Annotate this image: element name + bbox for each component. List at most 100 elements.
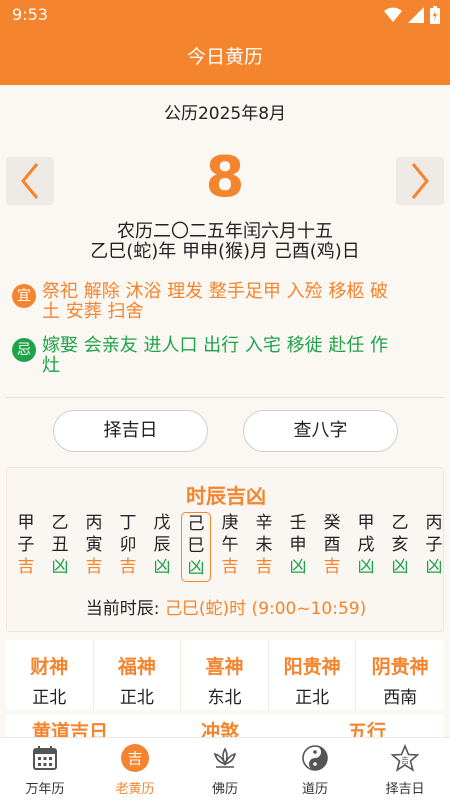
god-cell: 阳贵神 正北 <box>269 640 357 710</box>
shichen-cell[interactable]: 辛未吉 <box>249 512 279 582</box>
ganzhi-date: 乙巳(蛇)年 甲申(猴)月 己酉(鸡)日 <box>90 241 360 262</box>
shichen-cell[interactable]: 甲戌凶 <box>351 512 381 582</box>
shichen-cell[interactable]: 丁卯吉 <box>113 512 143 582</box>
shichen-card: 时辰吉凶 甲子吉 乙丑凶 丙寅吉 丁卯吉 戊辰凶 己巳凶 庚午吉 辛未吉 壬申凶… <box>6 467 444 632</box>
tab-foli[interactable]: 佛历 <box>180 738 270 800</box>
battery-icon <box>430 6 440 24</box>
shichen-ganzhi: 庚午 <box>221 513 239 555</box>
divider <box>6 397 444 398</box>
shichen-verdict: 凶 <box>289 557 307 577</box>
shichen-cell[interactable]: 乙亥凶 <box>385 512 415 582</box>
status-time: 9:53 <box>12 5 48 24</box>
tab-label: 道历 <box>301 782 328 797</box>
god-direction: 正北 <box>295 688 330 708</box>
main-content: 公历2025年8月 8 农历二〇二五年闰六月十五 乙巳(蛇)年 甲申(猴)月 己… <box>0 85 450 737</box>
god-name: 财神 <box>30 656 69 678</box>
shichen-ganzhi: 甲戌 <box>357 513 375 555</box>
god-name: 阳贵神 <box>283 656 341 678</box>
shichen-verdict: 吉 <box>17 557 35 577</box>
shichen-cell[interactable]: 甲子吉 <box>11 512 41 582</box>
shichen-ganzhi: 辛未 <box>255 513 273 555</box>
chabazi-button[interactable]: 查八字 <box>243 410 398 452</box>
shichen-ganzhi: 甲子 <box>17 513 35 555</box>
tab-label: 万年历 <box>25 782 65 797</box>
tab-label: 老黄历 <box>115 782 155 797</box>
shichen-ganzhi: 壬申 <box>289 513 307 555</box>
tab-daoli[interactable]: 道历 <box>270 738 360 800</box>
shichen-verdict: 凶 <box>187 558 205 578</box>
shichen-title: 时辰吉凶 <box>186 484 266 508</box>
shichen-ganzhi: 乙亥 <box>391 513 409 555</box>
tab-label: 择吉日 <box>385 782 425 797</box>
god-cell: 喜神 东北 <box>181 640 269 710</box>
god-direction: 正北 <box>119 688 154 708</box>
partial-heading: 黄道吉日 <box>32 721 109 737</box>
tab-wannianli[interactable]: 万年历 <box>0 738 90 800</box>
shichen-cell[interactable]: 戊辰凶 <box>147 512 177 582</box>
shichen-cell-current[interactable]: 己巳凶 <box>181 512 211 582</box>
yi-badge: 宜 <box>12 284 36 308</box>
svg-text:吉: 吉 <box>401 756 409 765</box>
status-bar: 9:53 <box>0 0 450 30</box>
shichen-verdict: 凶 <box>425 557 443 577</box>
tab-zejiri[interactable]: 吉 择吉日 <box>360 738 450 800</box>
shichen-row: 甲子吉 乙丑凶 丙寅吉 丁卯吉 戊辰凶 己巳凶 庚午吉 辛未吉 壬申凶 癸酉吉 … <box>9 512 443 582</box>
god-name: 福神 <box>117 656 156 678</box>
god-cell: 阴贵神 西南 <box>356 640 444 710</box>
shichen-cell[interactable]: 丙子凶 <box>419 512 449 582</box>
shichen-ganzhi: 戊辰 <box>153 513 171 555</box>
shichen-verdict: 吉 <box>255 557 273 577</box>
day-number: 8 <box>205 145 245 210</box>
gods-direction-row: 财神正北 福神正北 喜神东北 阳贵神正北 阴贵神西南 <box>6 640 444 710</box>
gregorian-month: 公历2025年8月 <box>163 104 287 124</box>
chevron-right-icon <box>411 163 429 199</box>
shichen-ganzhi: 丙寅 <box>85 513 103 555</box>
god-direction: 正北 <box>32 688 67 708</box>
shichen-ganzhi: 丁卯 <box>119 513 137 555</box>
current-shichen-label: 当前时辰: <box>85 599 160 619</box>
shichen-verdict: 凶 <box>357 557 375 577</box>
god-name: 喜神 <box>205 656 244 678</box>
svg-text:吉: 吉 <box>127 750 142 768</box>
shichen-verdict: 吉 <box>85 557 103 577</box>
shichen-cell[interactable]: 癸酉吉 <box>317 512 347 582</box>
ji-text: 嫁娶 会亲友 进人口 出行 入宅 移徙 赴任 作灶 <box>42 335 389 376</box>
shichen-verdict: 凶 <box>153 557 171 577</box>
shichen-verdict: 凶 <box>51 557 69 577</box>
tab-laohuangli[interactable]: 吉 老黄历 <box>90 738 180 800</box>
god-cell: 财神 正北 <box>6 640 94 710</box>
shichen-ganzhi: 丙子 <box>425 513 443 555</box>
shichen-verdict: 吉 <box>323 557 341 577</box>
lotus-icon <box>213 747 237 768</box>
partial-heading: 五行 <box>348 721 387 737</box>
shichen-cell[interactable]: 丙寅吉 <box>79 512 109 582</box>
ji-circle-icon: 吉 <box>121 744 149 772</box>
calendar-icon <box>33 746 57 770</box>
next-day-button[interactable] <box>396 157 444 205</box>
wifi-icon <box>384 7 402 22</box>
god-direction: 西南 <box>383 688 418 708</box>
shichen-ganzhi: 癸酉 <box>323 513 341 555</box>
shichen-verdict: 凶 <box>391 557 409 577</box>
page-title: 今日黄历 <box>0 30 450 85</box>
ji-badge: 忌 <box>12 338 36 362</box>
current-shichen-value: 己巳(蛇)时 (9:00~10:59) <box>164 599 367 619</box>
partial-heading: 冲煞 <box>201 721 240 737</box>
shichen-cell[interactable]: 乙丑凶 <box>45 512 75 582</box>
bottom-tab-bar: 万年历 吉 老黄历 佛历 道历 吉 择吉日 <box>0 737 450 800</box>
yi-text: 祭祀 解除 沐浴 理发 整手足甲 入殓 移柩 破土 安葬 扫舍 <box>42 281 389 322</box>
zejiri-button[interactable]: 择吉日 <box>53 410 208 452</box>
tab-label: 佛历 <box>211 782 238 797</box>
god-cell: 福神 正北 <box>94 640 182 710</box>
shichen-cell[interactable]: 庚午吉 <box>215 512 245 582</box>
yinyang-icon <box>302 745 328 771</box>
shichen-cell[interactable]: 壬申凶 <box>283 512 313 582</box>
star-icon: 吉 <box>391 744 419 772</box>
status-icons <box>384 6 440 24</box>
god-direction: 东北 <box>207 688 242 708</box>
signal-icon <box>408 7 424 23</box>
shichen-verdict: 吉 <box>221 557 239 577</box>
god-name: 阴贵神 <box>371 656 429 678</box>
partial-info-row: 黄道吉日 冲煞 五行 <box>6 715 444 737</box>
shichen-ganzhi: 己巳 <box>187 514 205 556</box>
